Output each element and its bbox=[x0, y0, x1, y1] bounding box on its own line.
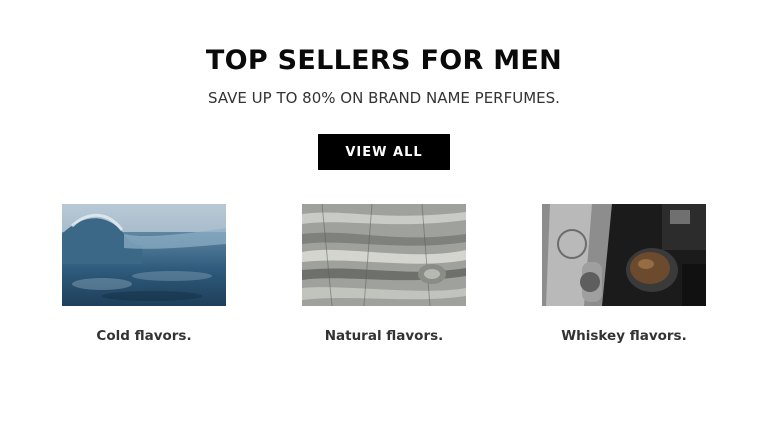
tree-bark-image[interactable] bbox=[302, 204, 466, 306]
section-title: TOP SELLERS FOR MEN bbox=[205, 45, 563, 76]
product-card-whiskey: Whiskey flavors. bbox=[542, 204, 706, 344]
whiskey-flask-image[interactable] bbox=[542, 204, 706, 306]
product-card-cold: Cold flavors. bbox=[62, 204, 226, 344]
ocean-wave-image[interactable] bbox=[62, 204, 226, 306]
product-caption[interactable]: Natural flavors. bbox=[262, 328, 506, 344]
product-caption[interactable]: Cold flavors. bbox=[22, 328, 266, 344]
product-caption[interactable]: Whiskey flavors. bbox=[502, 328, 746, 344]
view-all-button[interactable]: VIEW ALL bbox=[318, 134, 450, 170]
product-card-natural: Natural flavors. bbox=[302, 204, 466, 344]
section-subtitle: SAVE UP TO 80% ON BRAND NAME PERFUMES. bbox=[208, 89, 560, 107]
